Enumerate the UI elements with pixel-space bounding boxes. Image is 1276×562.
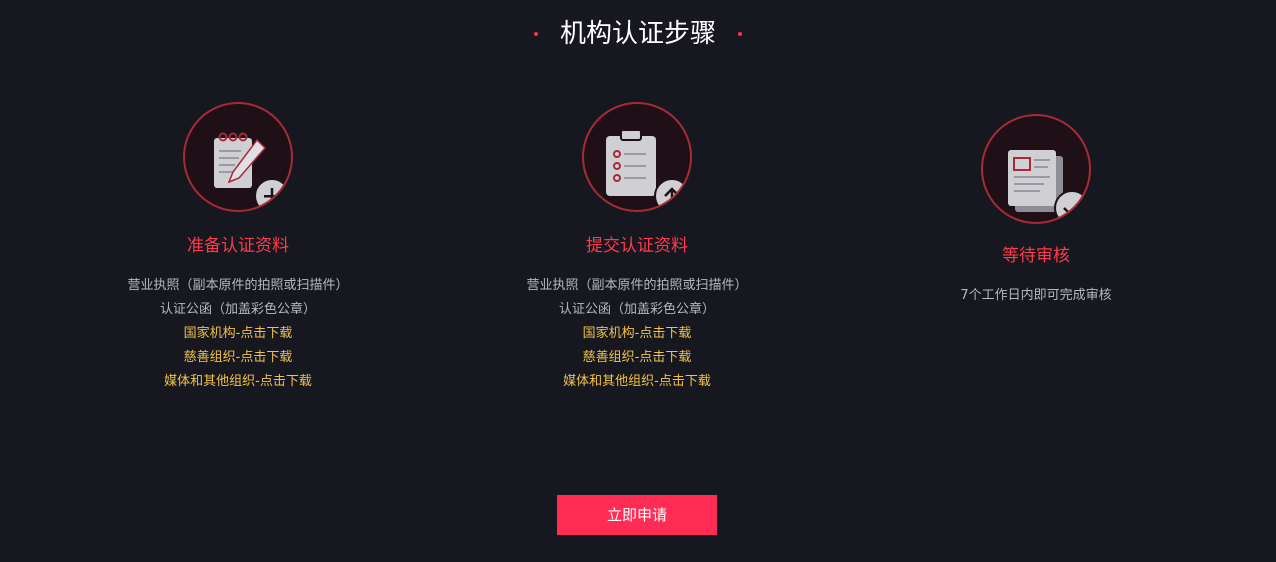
page-title: 机构认证步骤: [533, 14, 742, 54]
download-link-government[interactable]: 国家机构-点击下载: [437, 322, 837, 346]
download-link-charity[interactable]: 慈善组织-点击下载: [38, 346, 438, 370]
step-title: 准备认证资料: [187, 236, 289, 256]
step-prepare: 准备认证资料 营业执照（副本原件的拍照或扫描件） 认证公函（加盖彩色公章） 国家…: [38, 102, 438, 394]
step-details: 营业执照（副本原件的拍照或扫描件） 认证公函（加盖彩色公章） 国家机构-点击下载…: [437, 274, 837, 394]
document-check-icon: [981, 114, 1091, 224]
download-link-media-other[interactable]: 媒体和其他组织-点击下载: [437, 370, 837, 394]
title-dot-right: [738, 32, 742, 36]
step-title: 等待审核: [1002, 246, 1070, 266]
section-header: 机构认证步骤: [0, 14, 1276, 54]
step-review: 等待审核 7个工作日内即可完成审核: [836, 114, 1236, 308]
requirement-business-license: 营业执照（副本原件的拍照或扫描件）: [127, 278, 349, 293]
apply-now-button[interactable]: 立即申请: [557, 495, 717, 535]
download-link-government[interactable]: 国家机构-点击下载: [38, 322, 438, 346]
download-link-media-other[interactable]: 媒体和其他组织-点击下载: [38, 370, 438, 394]
title-dot-left: [533, 32, 538, 36]
requirement-business-license: 营业执照（副本原件的拍照或扫描件）: [526, 278, 748, 293]
download-link-charity[interactable]: 慈善组织-点击下载: [437, 346, 837, 370]
page-title-text: 机构认证步骤: [559, 19, 716, 49]
step-submit: 提交认证资料 营业执照（副本原件的拍照或扫描件） 认证公函（加盖彩色公章） 国家…: [437, 102, 837, 394]
clipboard-upload-icon: [582, 102, 692, 212]
notebook-edit-add-icon: [183, 102, 293, 212]
step-title: 提交认证资料: [586, 236, 688, 256]
requirement-official-letter: 认证公函（加盖彩色公章）: [159, 302, 316, 317]
step-details: 7个工作日内即可完成审核: [836, 284, 1236, 308]
requirement-official-letter: 认证公函（加盖彩色公章）: [558, 302, 715, 317]
review-duration-text: 7个工作日内即可完成审核: [960, 288, 1112, 303]
step-details: 营业执照（副本原件的拍照或扫描件） 认证公函（加盖彩色公章） 国家机构-点击下载…: [38, 274, 438, 394]
